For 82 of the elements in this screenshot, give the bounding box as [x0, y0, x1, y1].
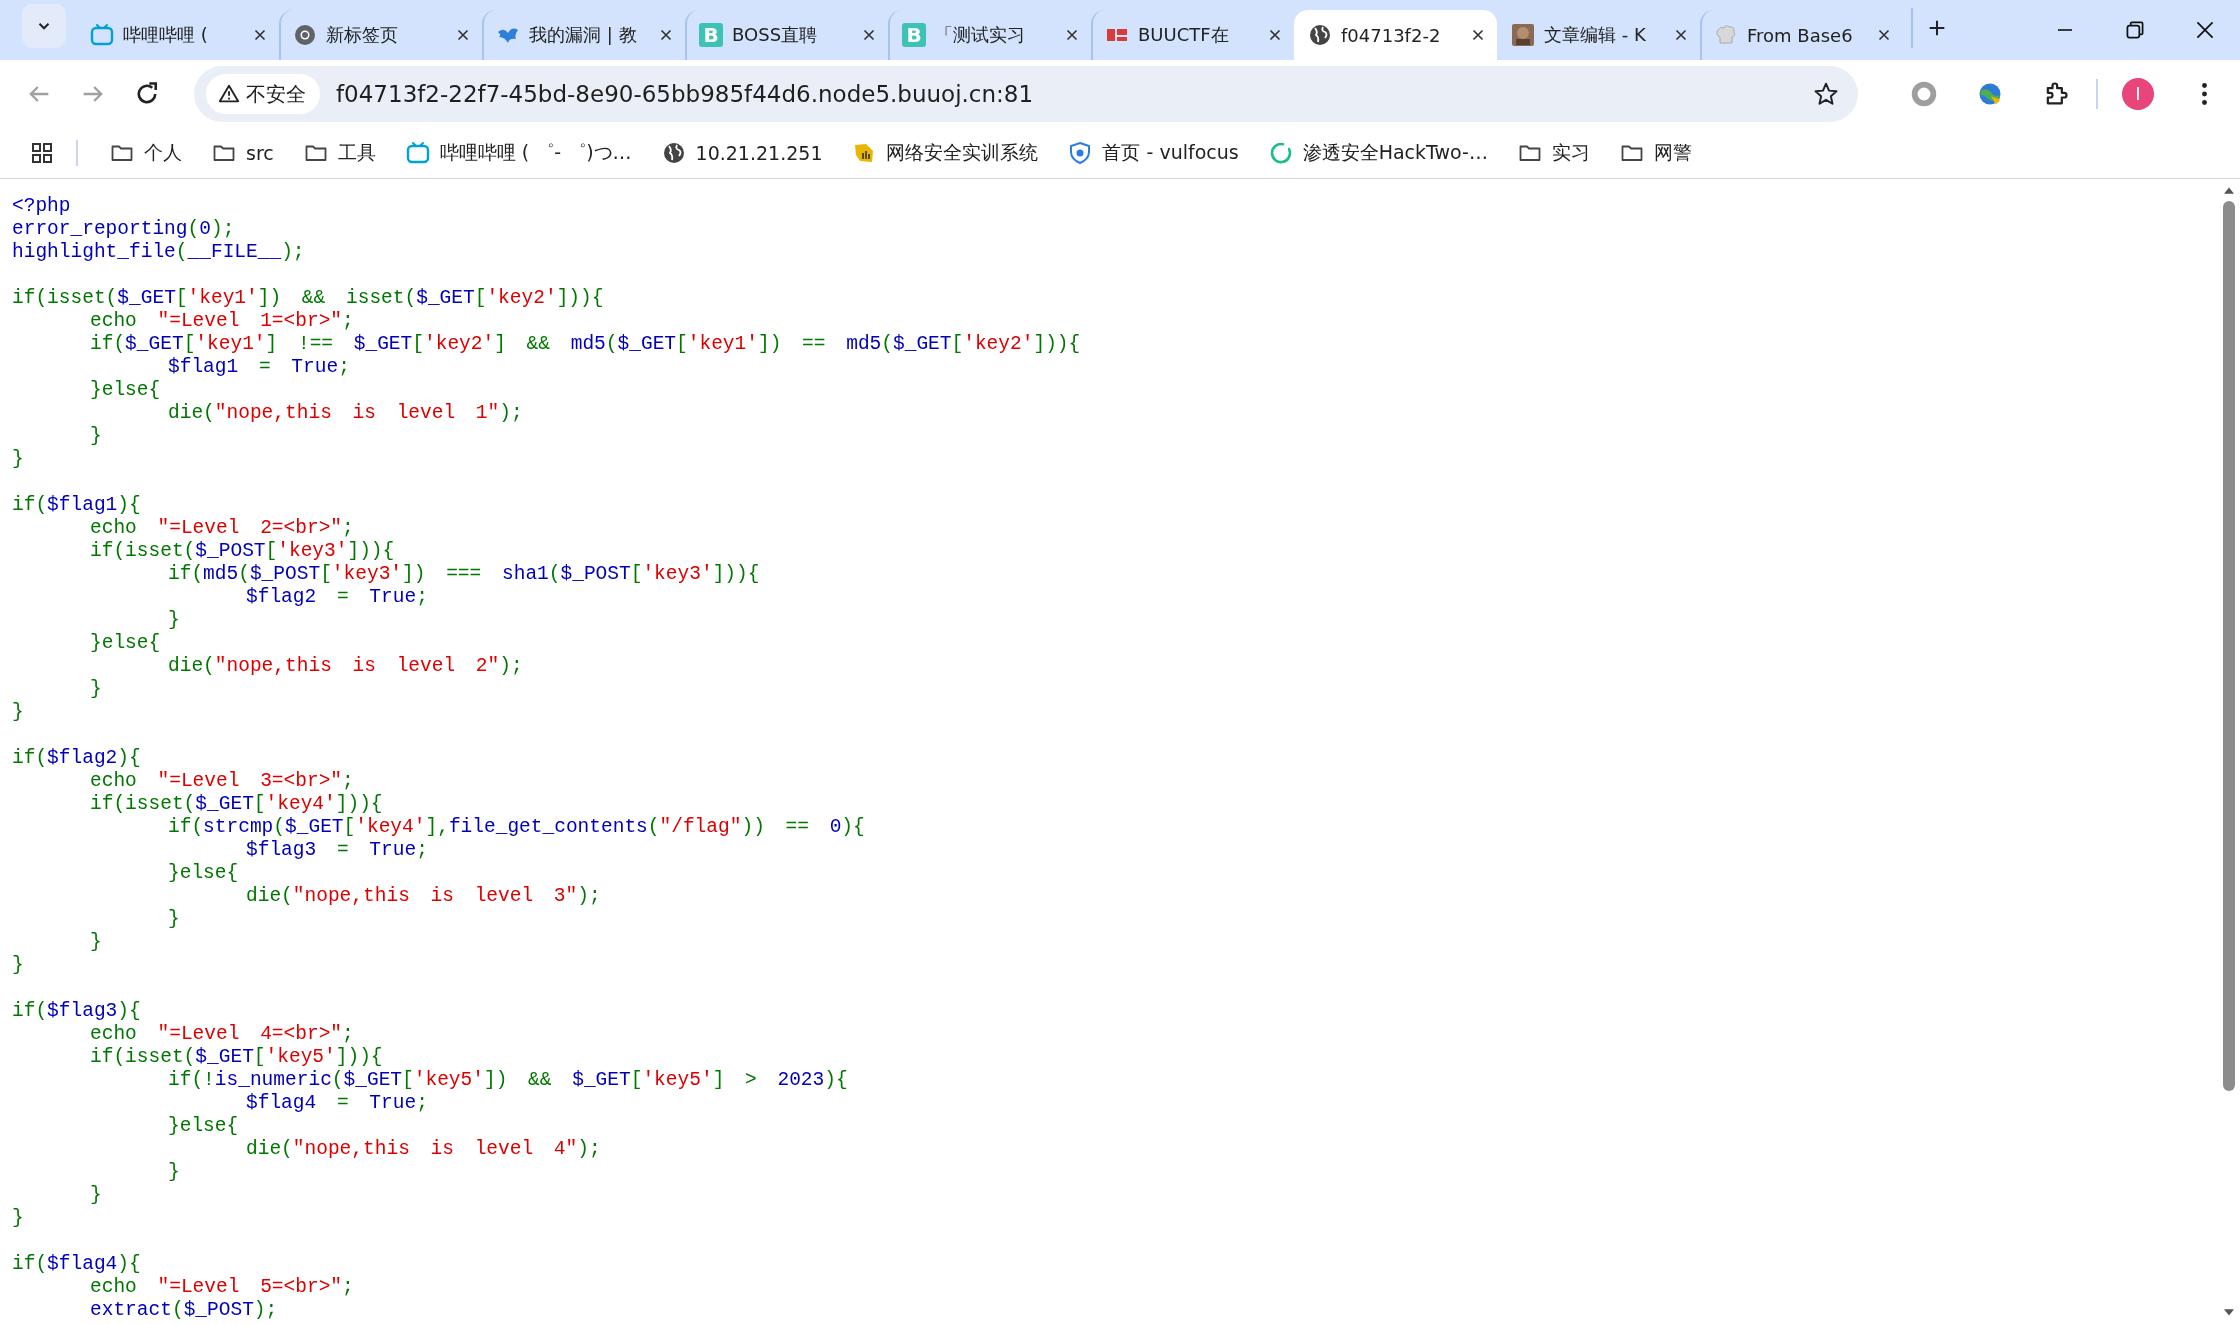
bookmark[interactable]: 网警 — [1609, 135, 1702, 171]
code-line: } — [12, 1207, 24, 1230]
code-line: error_reporting(0); — [12, 218, 235, 241]
chef-hat-icon — [1714, 23, 1738, 47]
code-line: echo "=Level 3=<br>"; — [89, 770, 354, 793]
code-line: <?php — [12, 195, 71, 218]
code-line: if(strcmp($_GET['key4'],file_get_contents("/flag")) == 0){ — [167, 816, 865, 839]
warning-icon — [218, 83, 240, 105]
code-line: } — [167, 609, 180, 632]
bookmark[interactable]: 首页 - vulfocus — [1058, 135, 1249, 171]
url-text: f04713f2-22f7-45bd-8e90-65bb985f44d6.node5.buuoj.cn:81 — [336, 81, 1035, 107]
profile-button[interactable]: I — [2116, 72, 2160, 116]
code-line: echo "=Level 2=<br>"; — [89, 517, 354, 540]
scroll-down-icon[interactable] — [2222, 1308, 2236, 1318]
code-line: $flag3 = True; — [245, 839, 428, 862]
scroll-up-icon[interactable] — [2222, 185, 2236, 195]
bookmark[interactable]: 网络安全实训系统 — [842, 135, 1049, 171]
code-line: die("nope,this is level 1"); — [167, 402, 523, 425]
code-line: } — [89, 1184, 102, 1207]
avatar: I — [2122, 78, 2154, 110]
tv-icon — [405, 141, 430, 165]
code-line: if(isset($_GET['key5'])){ — [89, 1046, 383, 1069]
code-line: if(isset($_GET['key1']) && isset($_GET['key2'])){ — [12, 287, 604, 310]
code-line: die("nope,this is level 4"); — [245, 1138, 601, 1161]
bookmark[interactable]: 10.21.21.251 — [651, 135, 833, 171]
scrollbar-thumb[interactable] — [2223, 201, 2235, 1091]
ring-icon — [1910, 80, 1938, 108]
globe-icon — [1308, 23, 1332, 47]
ring-icon — [1268, 141, 1293, 165]
code-line: die("nope,this is level 3"); — [245, 885, 601, 908]
code-line: extract($_POST); — [89, 1299, 278, 1322]
code-line: } — [89, 678, 102, 701]
letter-icon: B — [699, 23, 723, 47]
bookmark[interactable]: 个人 — [100, 135, 192, 171]
bookmark[interactable]: 渗透安全HackTwo-… — [1258, 135, 1498, 171]
thumbnail-icon — [1511, 23, 1535, 47]
address-bar[interactable]: 不安全 f04713f2-22f7-45bd-8e90-65bb985f44d6.node5.buuoj.cn:81 — [194, 66, 1858, 122]
code-line: }else{ — [89, 379, 161, 402]
code-line: if(isset($_GET['key4'])){ — [89, 793, 383, 816]
code-line: } — [167, 1161, 180, 1184]
code-line: } — [167, 908, 180, 931]
code-line: echo "=Level 5=<br>"; — [89, 1276, 354, 1299]
code-line: if($flag3){ — [12, 1000, 141, 1023]
code-line: }else{ — [167, 1115, 239, 1138]
letter-icon: B — [902, 23, 926, 47]
menu-icon — [2201, 83, 2207, 105]
code-line: echo "=Level 4=<br>"; — [89, 1023, 354, 1046]
code-line: } — [12, 954, 24, 977]
code-line: if(md5($_POST['key3']) === sha1($_POST['key3'])){ — [167, 563, 760, 586]
star-icon — [1813, 81, 1839, 107]
tab[interactable]: f04713f2-2 — [1294, 10, 1497, 60]
bookmark[interactable]: 实习 — [1507, 135, 1600, 171]
code-line: }else{ — [167, 862, 239, 885]
code-line: if($_GET['key1'] !== $_GET['key2'] && md5($_GET['key1']) == md5($_GET['key2'])){ — [89, 333, 1081, 356]
code-line: echo "=Level 1=<br>"; — [89, 310, 354, 333]
code-line: highlight_file(__FILE__); — [12, 241, 305, 264]
globe-icon — [661, 141, 686, 165]
code-line: if(!is_numeric($_GET['key5']) && $_GET['key5'] > 2023){ — [167, 1069, 848, 1092]
code-line: } — [12, 448, 24, 471]
grid-icon — [30, 141, 54, 165]
code-line: if($flag2){ — [12, 747, 141, 770]
code-line: if($flag4){ — [12, 1253, 141, 1276]
code-line: if($flag1){ — [12, 494, 141, 517]
code-line: }else{ — [89, 632, 161, 655]
code-line: } — [89, 425, 102, 448]
bookmark[interactable]: 工具 — [293, 135, 386, 171]
bookmark[interactable]: src — [202, 135, 284, 171]
security-chip[interactable]: 不安全 — [206, 74, 320, 114]
code-line: if(isset($_POST['key3'])){ — [89, 540, 395, 563]
shield-icon — [1068, 141, 1093, 165]
tab[interactable]: 文章编辑 - K — [1497, 10, 1700, 60]
code-line: } — [12, 701, 24, 724]
minimize-icon — [2055, 29, 2075, 31]
code-line: } — [89, 931, 102, 954]
tab[interactable]: 哔哩哔哩 ( — [76, 10, 279, 60]
ring-icon — [293, 23, 317, 47]
code-line: die("nope,this is level 2"); — [167, 655, 523, 678]
code-line: $flag4 = True; — [245, 1092, 428, 1115]
code-line: $flag2 = True; — [245, 586, 428, 609]
bookmark[interactable]: 哔哩哔哩 ( ゜- ゜)つ… — [395, 135, 642, 171]
tv-icon — [90, 23, 114, 47]
code-line: $flag1 = True; — [167, 356, 350, 379]
